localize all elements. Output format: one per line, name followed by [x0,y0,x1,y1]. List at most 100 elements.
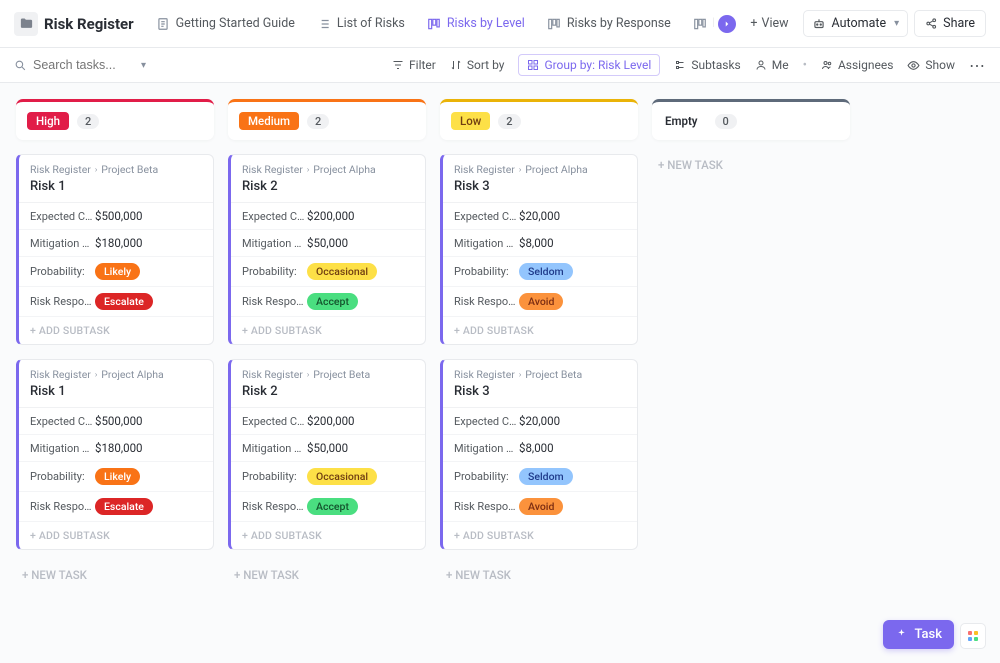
app-header: Risk Register Getting Started GuideList … [0,0,1000,48]
share-icon [925,17,938,30]
probability-badge: Occasional [307,468,377,485]
apps-button[interactable] [960,623,986,649]
breadcrumb: Risk Register›Project Alpha [454,163,626,176]
more-views-badge[interactable] [718,15,736,33]
add-subtask-button[interactable]: + ADD SUBTASK [19,317,213,344]
expected-cost: $20,000 [519,209,560,223]
users-icon [821,59,833,71]
field-label: Risk Respo… [30,295,95,308]
column-label: Low [451,112,490,130]
group-by-button[interactable]: Group by: Risk Level [518,54,660,76]
probability-badge: Seldom [519,263,573,280]
probability-badge: Occasional [307,263,377,280]
mitigation-cost: $180,000 [95,441,143,455]
response-badge: Escalate [95,498,153,515]
new-task-button[interactable]: + NEW TASK [16,564,214,590]
column-header-empty[interactable]: Empty0 [652,99,850,140]
automate-button[interactable]: Automate ▾ [803,10,909,37]
probability-badge: Seldom [519,468,573,485]
expected-cost: $500,000 [95,414,143,428]
add-subtask-button[interactable]: + ADD SUBTASK [231,522,425,549]
chevron-down-icon[interactable]: ▾ [141,60,146,71]
assignees-button[interactable]: Assignees [821,58,893,72]
card-title: Risk 1 [30,179,202,194]
add-subtask-button[interactable]: + ADD SUBTASK [443,317,637,344]
field-label: Expected C… [242,210,307,223]
mitigation-cost: $50,000 [307,236,348,250]
field-label: Probability: [242,265,307,278]
field-label: Expected C… [30,415,95,428]
field-label: Expected C… [242,415,307,428]
risk-card[interactable]: Risk Register›Project AlphaRisk 3Expecte… [440,154,638,345]
expected-cost: $500,000 [95,209,143,223]
mitigation-cost: $180,000 [95,236,143,250]
filter-button[interactable]: Filter [392,58,436,72]
sort-button[interactable]: Sort by [450,58,505,72]
more-options-button[interactable]: ⋯ [969,56,986,75]
add-view-button[interactable]: + View [742,10,796,37]
risk-card[interactable]: Risk Register›Project AlphaRisk 1Expecte… [16,359,214,550]
tab-list-of-risks[interactable]: List of Risks [307,8,415,39]
response-badge: Escalate [95,293,153,310]
field-label: Probability: [30,470,95,483]
field-label: Probability: [454,470,519,483]
add-subtask-button[interactable]: + ADD SUBTASK [443,522,637,549]
plus-icon: + [750,16,757,31]
user-icon [755,59,767,71]
new-task-button[interactable]: + NEW TASK [228,564,426,590]
tab-risks-by-status[interactable]: Risks by Status [683,8,715,39]
field-label: Risk Respo… [242,500,307,513]
folder-icon [14,12,38,36]
column-low: Low2Risk Register›Project AlphaRisk 3Exp… [440,99,638,590]
column-count: 2 [307,114,329,129]
probability-badge: Likely [95,468,140,485]
list-icon [317,17,331,31]
subtasks-icon [674,59,686,71]
me-button[interactable]: Me [755,58,789,72]
column-header-medium[interactable]: Medium2 [228,99,426,140]
search-input[interactable] [33,58,133,72]
column-empty: Empty0 + NEW TASK [652,99,850,180]
sparkle-icon [895,628,908,641]
field-label: Mitigation … [242,442,307,455]
breadcrumb: Risk Register›Project Alpha [30,368,202,381]
column-high: High2 Risk Register›Project Beta Risk 1 Exp… [16,99,214,590]
response-badge: Avoid [519,498,563,515]
tab-risks-by-response[interactable]: Risks by Response [537,8,681,39]
subtasks-button[interactable]: Subtasks [674,58,740,72]
share-button[interactable]: Share [914,10,986,37]
column-header-low[interactable]: Low2 [440,99,638,140]
response-badge: Avoid [519,293,563,310]
risk-card[interactable]: Risk Register›Project BetaRisk 1Expected… [16,154,214,345]
breadcrumb: Risk Register›Project Beta [30,163,202,176]
field-label: Probability: [30,265,95,278]
risk-card[interactable]: Risk Register›Project Beta Risk 3 Expected… [440,359,638,550]
card-title: Risk 3 [454,384,626,399]
field-label: Expected C… [454,210,519,223]
search-box[interactable]: ▾ [14,58,146,72]
field-label: Expected C… [454,415,519,428]
column-header-high[interactable]: High2 [16,99,214,140]
show-button[interactable]: Show [907,58,955,72]
risk-card[interactable]: Risk Register›Project AlphaRisk 2Expecte… [228,154,426,345]
response-badge: Accept [307,293,358,310]
tab-getting-started-guide[interactable]: Getting Started Guide [146,8,305,39]
add-subtask-button[interactable]: + ADD SUBTASK [231,317,425,344]
field-label: Risk Respo… [454,500,519,513]
breadcrumb: Risk Register›Project Beta [454,368,626,381]
tab-risks-by-level[interactable]: Risks by Level [417,8,535,39]
kanban-board: High2 Risk Register›Project Beta Risk 1 Exp… [0,83,1000,606]
breadcrumb: Risk Register›Project Beta [242,368,414,381]
eye-icon [907,59,920,72]
risk-card[interactable]: Risk Register›Project BetaRisk 2Expected… [228,359,426,550]
column-label: Empty [663,112,707,130]
mitigation-cost: $8,000 [519,441,554,455]
field-label: Risk Respo… [242,295,307,308]
field-label: Probability: [454,265,519,278]
sort-icon [450,59,462,71]
field-label: Mitigation … [30,237,95,250]
new-task-button[interactable]: + NEW TASK [652,154,850,180]
new-task-button[interactable]: + NEW TASK [440,564,638,590]
new-task-fab[interactable]: Task [883,620,954,649]
add-subtask-button[interactable]: + ADD SUBTASK [19,522,213,549]
